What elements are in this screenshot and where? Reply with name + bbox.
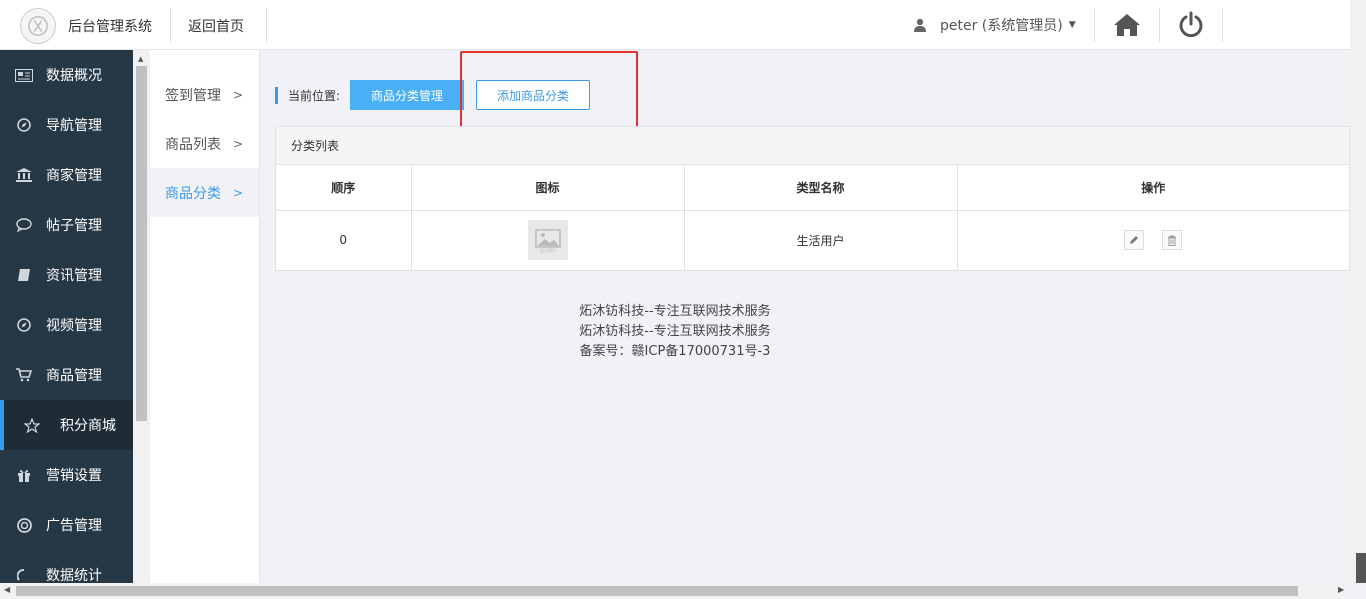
chevron-right-icon: > bbox=[232, 185, 243, 200]
header-divider bbox=[1222, 8, 1223, 42]
sidebar-item-label: 广告管理 bbox=[46, 518, 102, 534]
sidebar-item-label: 数据概况 bbox=[46, 68, 102, 84]
sidebar-item-videos[interactable]: 视频管理 bbox=[0, 300, 133, 350]
logo-icon bbox=[28, 16, 48, 36]
sub-menu: 签到管理 > 商品列表 > 商品分类 > bbox=[150, 50, 260, 583]
compass-icon bbox=[14, 117, 34, 133]
scroll-left-icon[interactable]: ◀ bbox=[4, 585, 10, 594]
table-row: 0 暂无图片 生活用户 bbox=[276, 210, 1349, 270]
panel-title: 分类列表 bbox=[276, 127, 1349, 165]
scroll-up-icon[interactable]: ▲ bbox=[138, 55, 143, 63]
main-content: 当前位置: 商品分类管理 添加商品分类 分类列表 顺序 图标 类型名称 操作 0 bbox=[260, 50, 1350, 583]
column-header-icon: 图标 bbox=[411, 165, 685, 211]
header-divider bbox=[266, 8, 267, 42]
sidebar-item-label: 视频管理 bbox=[46, 318, 102, 334]
sidebar-item-label: 资讯管理 bbox=[46, 268, 102, 284]
image-placeholder-icon: 暂无图片 bbox=[534, 229, 561, 253]
footer-line: 炻沐钫科技--专注互联网技术服务 bbox=[579, 304, 771, 319]
horizontal-scroll-thumb[interactable] bbox=[16, 586, 1298, 596]
sidebar-item-label: 营销设置 bbox=[46, 468, 102, 484]
sidebar-item-label: 数据统计 bbox=[46, 568, 102, 583]
add-category-button[interactable]: 添加商品分类 bbox=[476, 80, 591, 110]
submenu-item-product-category[interactable]: 商品分类 > bbox=[150, 168, 259, 217]
sidebar-item-dashboard[interactable]: 数据概况 bbox=[0, 50, 133, 100]
sidebar-item-news[interactable]: 资讯管理 bbox=[0, 250, 133, 300]
cell-icon: 暂无图片 bbox=[411, 210, 685, 270]
sidebar-item-label: 商品管理 bbox=[46, 368, 102, 384]
gift-icon bbox=[14, 467, 34, 483]
submenu-item-label: 签到管理 bbox=[165, 87, 221, 104]
compass-icon bbox=[14, 317, 34, 333]
back-home-link[interactable]: 返回首页 bbox=[188, 16, 244, 36]
sidebar-item-label: 导航管理 bbox=[46, 118, 102, 134]
header-divider bbox=[170, 8, 171, 42]
sidebar-item-products[interactable]: 商品管理 bbox=[0, 350, 133, 400]
sidebar-item-merchants[interactable]: 商家管理 bbox=[0, 150, 133, 200]
trash-icon bbox=[1168, 235, 1177, 246]
cell-order: 0 bbox=[276, 210, 412, 270]
sidebar-item-label: 积分商城 bbox=[60, 418, 116, 434]
sidebar-item-ads[interactable]: 广告管理 bbox=[0, 500, 133, 550]
home-icon[interactable] bbox=[1112, 12, 1142, 38]
breadcrumb: 当前位置: 商品分类管理 添加商品分类 bbox=[275, 80, 591, 110]
app-title: 后台管理系统 bbox=[68, 19, 152, 35]
top-header: 后台管理系统 返回首页 peter (系统管理员) ▼ bbox=[0, 0, 1350, 50]
user-name: peter (系统管理员) bbox=[940, 18, 1063, 34]
sidebar-item-navigation[interactable]: 导航管理 bbox=[0, 100, 133, 150]
sidebar-scroll-thumb[interactable] bbox=[136, 66, 147, 421]
sidebar-item-label: 商家管理 bbox=[46, 168, 102, 184]
dashboard-icon bbox=[14, 67, 34, 83]
main-sidebar: 数据概况 导航管理 商家管理 帖子管理 资讯管理 视频管理 商品管理 积分商城 … bbox=[0, 50, 133, 583]
vertical-scroll-thumb[interactable] bbox=[1356, 553, 1366, 583]
no-image-label: 暂无图片 bbox=[540, 247, 556, 253]
sidebar-item-statistics[interactable]: 数据统计 bbox=[0, 550, 133, 583]
sidebar-item-posts[interactable]: 帖子管理 bbox=[0, 200, 133, 250]
sidebar-item-label: 帖子管理 bbox=[46, 218, 102, 234]
cell-name: 生活用户 bbox=[684, 210, 958, 270]
logo bbox=[20, 8, 56, 44]
current-page-button[interactable]: 商品分类管理 bbox=[350, 80, 465, 110]
user-icon bbox=[914, 18, 926, 32]
chevron-right-icon: > bbox=[232, 136, 243, 151]
comment-icon bbox=[14, 217, 34, 233]
page-horizontal-scrollbar[interactable]: ◀ ▶ bbox=[0, 583, 1350, 599]
category-table: 顺序 图标 类型名称 操作 0 暂无图片 生活用户 bbox=[276, 165, 1349, 270]
submenu-item-label: 商品列表 bbox=[165, 136, 221, 153]
table-header-row: 顺序 图标 类型名称 操作 bbox=[276, 165, 1349, 211]
breadcrumb-marker bbox=[275, 86, 278, 104]
footer-line: 炻沐钫科技--专注互联网技术服务 bbox=[579, 324, 771, 339]
bank-icon bbox=[14, 167, 34, 183]
user-menu[interactable]: peter (系统管理员) ▼ bbox=[914, 15, 1076, 35]
column-header-order: 顺序 bbox=[276, 165, 412, 211]
cart-icon bbox=[14, 367, 34, 383]
breadcrumb-label: 当前位置: bbox=[288, 88, 341, 103]
submenu-item-checkin[interactable]: 签到管理 > bbox=[150, 70, 259, 119]
power-icon[interactable] bbox=[1178, 11, 1204, 39]
delete-button[interactable] bbox=[1162, 230, 1183, 251]
submenu-item-label: 商品分类 bbox=[165, 185, 221, 202]
column-header-name: 类型名称 bbox=[684, 165, 958, 211]
chevron-right-icon: > bbox=[232, 87, 243, 102]
sidebar-scrollbar[interactable]: ▲ bbox=[133, 50, 150, 583]
no-image-thumbnail: 暂无图片 bbox=[527, 220, 568, 261]
header-divider bbox=[1094, 8, 1095, 42]
header-divider bbox=[1159, 8, 1160, 42]
column-header-actions: 操作 bbox=[957, 165, 1349, 211]
lifebuoy-icon bbox=[14, 517, 34, 533]
sidebar-item-marketing[interactable]: 营销设置 bbox=[0, 450, 133, 500]
chart-icon bbox=[14, 567, 34, 583]
submenu-item-product-list[interactable]: 商品列表 > bbox=[150, 119, 259, 168]
page-vertical-scrollbar[interactable] bbox=[1350, 0, 1366, 583]
edit-button[interactable] bbox=[1124, 230, 1145, 251]
category-panel: 分类列表 顺序 图标 类型名称 操作 0 暂无图片 生活用户 bbox=[275, 126, 1350, 271]
page-footer: 炻沐钫科技--专注互联网技术服务 炻沐钫科技--专注互联网技术服务 备案号：赣I… bbox=[260, 302, 1090, 362]
icp-record: 备案号：赣ICP备17000731号-3 bbox=[579, 344, 771, 359]
scroll-right-icon[interactable]: ▶ bbox=[1338, 585, 1344, 594]
caret-down-icon: ▼ bbox=[1068, 20, 1076, 30]
book-icon bbox=[14, 267, 34, 283]
star-icon bbox=[22, 417, 42, 433]
sidebar-item-points-mall[interactable]: 积分商城 bbox=[0, 400, 133, 450]
cell-actions bbox=[957, 210, 1349, 270]
pencil-icon bbox=[1130, 236, 1139, 245]
